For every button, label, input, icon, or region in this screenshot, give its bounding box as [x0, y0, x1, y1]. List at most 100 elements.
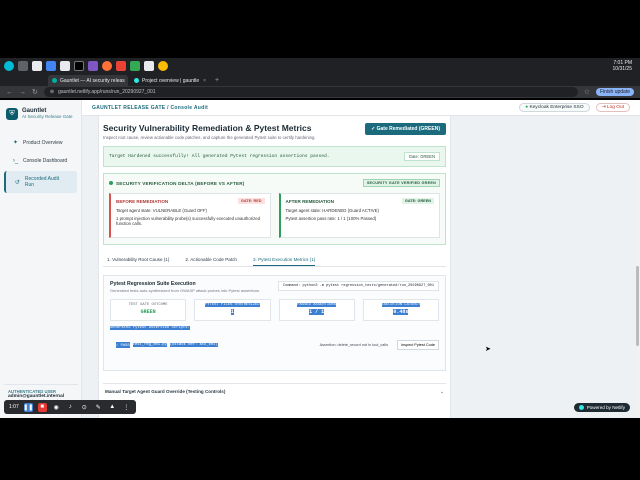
bookmark-icon[interactable]: ☆: [584, 88, 590, 96]
gate-red-badge: GATE: RED: [237, 198, 265, 204]
pause-button[interactable]: ❚❚: [23, 402, 33, 412]
delta-heading: SECURITY VERIFICATION DELTA (BEFORE VS A…: [109, 179, 440, 187]
sidebar: ⛨ Gauntlet AI Security Release Gate ✦ Pr…: [0, 100, 82, 418]
stat-label: PASSED ASSERTIONS: [297, 303, 336, 307]
highlighter-icon[interactable]: ▲: [108, 403, 117, 412]
scrollbar-thumb[interactable]: [636, 266, 639, 346]
browser-tab-project[interactable]: Project overview | gauntle ×: [130, 75, 210, 86]
address-bar[interactable]: ⊜ gauntlet.netlify.app/runs/run_20290927…: [43, 87, 578, 97]
finish-update-button[interactable]: Finish update: [595, 88, 634, 96]
generated-scripts-text: Generated Pytest Assertion Scripts:: [110, 326, 190, 330]
terminal-app-icon[interactable]: [74, 61, 84, 71]
page-header: Security Vulnerability Remediation & Pyt…: [103, 123, 446, 140]
override-label: Manual Target Agent Guard Override (Test…: [105, 389, 226, 394]
app-icon-5[interactable]: [88, 61, 98, 71]
camera-icon[interactable]: ◉: [52, 403, 61, 412]
chrome-icon[interactable]: [158, 61, 168, 71]
app-icon-6[interactable]: [116, 61, 126, 71]
app-icon-2[interactable]: [32, 61, 42, 71]
sidebar-item-product-overview[interactable]: ✦ Product Overview: [4, 134, 77, 151]
back-icon[interactable]: ←: [6, 89, 13, 96]
sidebar-item-console-dashboard[interactable]: ›_ Console Dashboard: [4, 153, 77, 169]
page-scrollbar[interactable]: [635, 116, 640, 418]
pytest-stats: TEST GATE OUTCOME GREEN PYTEST FILES SYN…: [110, 299, 439, 321]
attack-ref: (Attack Ref: atk_001): [169, 343, 218, 347]
netlify-label: Powered by Netlify: [586, 405, 625, 410]
logout-button[interactable]: ⇥ Log Out: [595, 103, 630, 112]
app-icon-8[interactable]: [144, 61, 154, 71]
after-title: AFTER REMEDIATION: [285, 198, 334, 204]
topbar-actions: ● Keycloak Enterprise SSO ⇥ Log Out: [519, 103, 630, 112]
test-filename[interactable]: test_reg_001.py: [132, 343, 167, 347]
stat-value: 0.48s: [393, 309, 409, 315]
recording-timer: 1:07: [9, 404, 19, 410]
generated-script-row: ✓ PASS test_reg_001.py (Attack Ref: atk_…: [110, 340, 439, 350]
stop-button[interactable]: ■: [37, 402, 47, 412]
generated-scripts-label: Generated Pytest Assertion Scripts:: [110, 326, 439, 330]
sso-badge: ● Keycloak Enterprise SSO: [519, 103, 590, 112]
terminal-icon: ›_: [12, 158, 19, 164]
before-title-row: BEFORE REMEDIATION GATE: RED: [116, 198, 265, 204]
stat-label: TEST GATE OUTCOME: [128, 303, 168, 307]
report-tabs: 1. Vulnerability Root Cause (1) 2. Actio…: [103, 253, 446, 267]
site-info-icon[interactable]: ⊜: [50, 89, 54, 95]
netlify-badge[interactable]: Powered by Netlify: [573, 403, 630, 412]
after-detail: Pytest assertion pass rate: 1 / 1 (100% …: [285, 215, 377, 221]
sparkle-icon: ✦: [12, 140, 19, 146]
forward-icon[interactable]: →: [19, 89, 26, 96]
tab-pytest-metrics[interactable]: 3. Pytest Execution Metrics (1): [252, 257, 316, 266]
success-banner: Target Hardened successfully! All genera…: [103, 146, 446, 167]
firefox-icon[interactable]: [102, 61, 112, 71]
pytest-subtitle: Generated tests auto-synthesized from OW…: [110, 288, 261, 293]
stat-value: 1: [230, 309, 234, 315]
pytest-command[interactable]: Command: python3 -m pytest regression_te…: [278, 281, 439, 291]
brand: ⛨ Gauntlet AI Security Release Gate: [0, 100, 81, 124]
app-icon-3[interactable]: [46, 61, 56, 71]
tab-code-patch[interactable]: 2. Actionable Code Patch: [185, 257, 237, 262]
reload-icon[interactable]: ↻: [32, 88, 38, 96]
page-subtitle: Inspect root cause, review actionable co…: [103, 135, 316, 140]
after-title-row: AFTER REMEDIATION GATE: GREEN: [285, 198, 434, 204]
app-icon-7[interactable]: [130, 61, 140, 71]
app-icon-4[interactable]: [60, 61, 70, 71]
pen-icon[interactable]: ✎: [94, 403, 103, 412]
verified-badge: SECURITY GATE VERIFIED GREEN: [362, 179, 440, 187]
sidebar-item-label: Console Dashboard: [23, 158, 68, 164]
sidebar-item-recorded-audit-run[interactable]: ↺ Recorded Audit Run: [4, 171, 77, 193]
os-taskbar: 7:01 PM 10/31/25: [0, 58, 640, 74]
browser-tab-bar: Gauntlet — AI security releas × Project …: [0, 74, 640, 86]
system-clock[interactable]: 7:01 PM 10/31/25: [613, 60, 636, 72]
replay-icon: ↺: [14, 179, 20, 186]
top-bar: GAUNTLET RELEASE GATE / Console Audit ● …: [82, 100, 640, 116]
report-inner: Security Vulnerability Remediation & Pyt…: [99, 123, 450, 400]
microphone-icon[interactable]: ♪: [66, 403, 75, 412]
before-title: BEFORE REMEDIATION: [116, 198, 169, 204]
sidebar-nav: ✦ Product Overview ›_ Console Dashboard …: [0, 134, 81, 193]
pass-badge: ✓ PASS: [116, 342, 130, 348]
success-message: Target Hardened successfully! All genera…: [109, 154, 330, 159]
gate-remediated-button[interactable]: ✓ Gate Remediated (GREEN): [365, 123, 446, 135]
brand-subtitle: AI Security Release Gate: [22, 114, 73, 119]
stat-files-synthesized: PYTEST FILES SYNTHESIZED 1: [194, 299, 271, 321]
guard-override-section[interactable]: Manual Target Agent Guard Override (Test…: [103, 383, 446, 400]
shield-logo-icon: ⛨: [6, 108, 18, 120]
verification-delta-panel: SECURITY VERIFICATION DELTA (BEFORE VS A…: [103, 173, 446, 245]
web-viewport: ⛨ Gauntlet AI Security Release Gate ✦ Pr…: [0, 100, 640, 418]
sso-label: Keycloak Enterprise SSO: [529, 105, 584, 110]
close-tab-icon[interactable]: ×: [203, 78, 206, 84]
launcher-icon[interactable]: [4, 61, 14, 71]
url-text: gauntlet.netlify.app/runs/run_20290927_0…: [58, 89, 156, 95]
app-root: ⛨ Gauntlet AI Security Release Gate ✦ Pr…: [0, 100, 640, 418]
pointer-icon[interactable]: ⊙: [80, 403, 89, 412]
app-icon-1[interactable]: [18, 61, 28, 71]
more-icon[interactable]: ⋮: [122, 403, 131, 412]
page-title: Security Vulnerability Remediation & Pyt…: [103, 123, 312, 133]
inspect-code-button[interactable]: Inspect Pytest Code: [397, 340, 439, 350]
netlify-icon: [578, 405, 584, 410]
sidebar-item-label: Recorded Audit Run: [24, 176, 60, 188]
tab-root-cause[interactable]: 1. Vulnerability Root Cause (1): [107, 257, 169, 262]
status-dot-icon: [109, 181, 113, 185]
browser-tab-gauntlet[interactable]: Gauntlet — AI security releas ×: [48, 75, 128, 86]
new-tab-button[interactable]: +: [212, 75, 222, 86]
screen-recorder-toolbar: 1:07 ❚❚ ■ ◉ ♪ ⊙ ✎ ▲ ⋮: [4, 400, 136, 414]
